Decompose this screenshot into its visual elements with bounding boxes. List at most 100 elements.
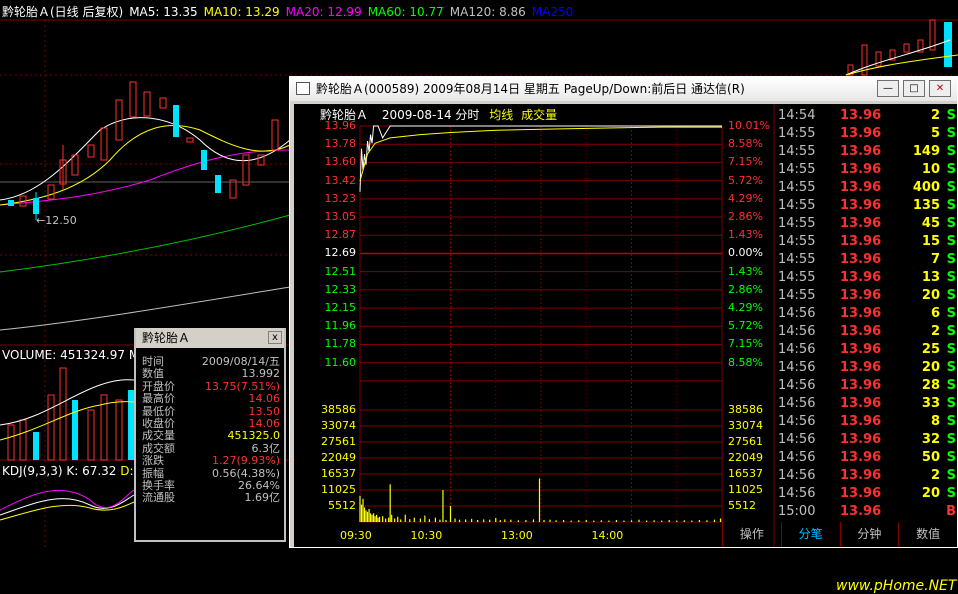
info-row-value: 1.69亿 xyxy=(244,491,281,505)
price-tick-label: 11.78 xyxy=(324,337,357,351)
tick-row[interactable]: 14:56 13.96 33 S xyxy=(774,395,958,413)
percent-tick-label: 8.58% xyxy=(728,137,763,151)
tick-volume: 2 xyxy=(930,108,940,123)
info-panel-titlebar[interactable]: 黔轮胎Ａ x xyxy=(136,328,284,348)
tick-price: 13.96 xyxy=(840,504,882,519)
price-tick-label: 13.42 xyxy=(324,173,357,187)
tick-time: 14:55 xyxy=(778,180,816,195)
tick-list[interactable]: 14:54 13.96 2 S 14:55 13.96 5 S 14:55 13.96 149 S 14… xyxy=(774,107,958,522)
volume-tick-label-right: 22049 xyxy=(728,451,763,464)
avg-line-label: 均线 xyxy=(489,108,514,122)
tick-row[interactable]: 14:55 13.96 13 S xyxy=(774,269,958,287)
percent-tick-label: 4.29% xyxy=(728,301,763,315)
tick-volume: 2 xyxy=(930,468,940,483)
tick-row[interactable]: 14:56 13.96 28 S xyxy=(774,377,958,395)
info-row-label: 数值 xyxy=(142,367,164,381)
tick-row[interactable]: 14:55 13.96 400 S xyxy=(774,179,958,197)
tick-row[interactable]: 14:55 13.96 149 S xyxy=(774,143,958,161)
volume-tick-label: 22049 xyxy=(321,451,356,464)
tick-price: 13.96 xyxy=(840,270,882,285)
tick-price: 13.96 xyxy=(840,180,882,195)
info-row: 数值 13.992 xyxy=(136,367,284,381)
tick-time: 14:56 xyxy=(778,306,816,321)
tick-volume: 13 xyxy=(921,270,940,285)
volume-tick-label-right: 16537 xyxy=(728,467,763,480)
tick-time: 14:56 xyxy=(778,396,816,411)
tick-time: 14:55 xyxy=(778,126,816,141)
percent-tick-label: 4.29% xyxy=(728,191,763,205)
tick-time: 14:55 xyxy=(778,234,816,249)
price-tick-label: 13.60 xyxy=(324,155,357,169)
percent-tick-label: 10.01% xyxy=(728,119,770,132)
tick-side: S xyxy=(946,378,956,393)
tick-row[interactable]: 14:55 13.96 135 S xyxy=(774,197,958,215)
volume-tick-label: 5512 xyxy=(328,499,356,512)
tick-time: 14:56 xyxy=(778,414,816,429)
tab-0[interactable]: 操作 xyxy=(722,522,781,547)
tick-volume: 45 xyxy=(921,216,940,231)
tab-2[interactable]: 分钟 xyxy=(839,522,899,547)
tick-row[interactable]: 14:55 13.96 10 S xyxy=(774,161,958,179)
tick-side: B xyxy=(946,504,956,519)
tick-time: 14:55 xyxy=(778,198,816,213)
tick-volume: 135 xyxy=(912,198,940,213)
tick-price: 13.96 xyxy=(840,288,882,303)
tick-side: S xyxy=(946,252,956,267)
tick-row[interactable]: 14:56 13.96 20 S xyxy=(774,359,958,377)
tick-row[interactable]: 14:55 13.96 7 S xyxy=(774,251,958,269)
tick-price: 13.96 xyxy=(840,360,882,375)
tick-row[interactable]: 14:55 13.96 15 S xyxy=(774,233,958,251)
tick-price: 13.96 xyxy=(840,198,882,213)
tick-time: 14:56 xyxy=(778,450,816,465)
low-price-marker: ←12.50 xyxy=(36,214,77,227)
tick-row[interactable]: 14:56 13.96 8 S xyxy=(774,413,958,431)
tick-row[interactable]: 14:56 13.96 6 S xyxy=(774,305,958,323)
tick-row[interactable]: 14:56 13.96 25 S xyxy=(774,341,958,359)
tick-row[interactable]: 14:54 13.96 2 S xyxy=(774,107,958,125)
tick-side: S xyxy=(946,486,956,501)
price-tick-label: 13.23 xyxy=(324,191,357,205)
legend-item: MA120: 8.86 xyxy=(449,5,526,19)
info-panel-close-button[interactable]: x xyxy=(268,331,282,344)
tick-time: 15:00 xyxy=(778,504,816,519)
window-titlebar[interactable]: 黔轮胎Ａ(000589) 2009年08月14日 星期五 PageUp/Down… xyxy=(290,77,957,101)
tick-side: S xyxy=(946,432,956,447)
info-row-label: 涨跌 xyxy=(142,454,164,468)
tick-row[interactable]: 14:56 13.96 2 S xyxy=(774,467,958,485)
price-tick-label: 13.05 xyxy=(324,210,357,224)
tick-row[interactable]: 15:00 13.96 B xyxy=(774,503,958,521)
tick-price: 13.96 xyxy=(840,324,882,339)
close-button[interactable]: ✕ xyxy=(929,80,951,97)
tab-3[interactable]: 数值 xyxy=(898,522,957,547)
tick-row[interactable]: 14:55 13.96 20 S xyxy=(774,287,958,305)
price-tick-label: 12.15 xyxy=(324,301,357,315)
tab-1[interactable]: 分笔 xyxy=(780,522,840,547)
price-tick-label: 13.78 xyxy=(324,137,357,151)
percent-tick-label: 2.86% xyxy=(728,210,763,224)
tick-volume: 2 xyxy=(930,324,940,339)
legend-item: 黔轮胎Ａ(日线 后复权) xyxy=(2,5,124,19)
tick-side: S xyxy=(946,198,956,213)
tick-row[interactable]: 14:56 13.96 20 S xyxy=(774,485,958,503)
tick-row[interactable]: 14:55 13.96 5 S xyxy=(774,125,958,143)
tick-price: 13.96 xyxy=(840,306,882,321)
tick-row[interactable]: 14:56 13.96 32 S xyxy=(774,431,958,449)
tick-row[interactable]: 14:56 13.96 50 S xyxy=(774,449,958,467)
tick-price: 13.96 xyxy=(840,216,882,231)
tick-tab-bar: 操作 分笔 分钟 数值 xyxy=(722,522,957,547)
tick-row[interactable]: 14:55 13.96 45 S xyxy=(774,215,958,233)
volume-tick-label: 38586 xyxy=(321,403,356,416)
tick-price: 13.96 xyxy=(840,396,882,411)
percent-tick-label: 1.43% xyxy=(728,228,763,242)
tick-price: 13.96 xyxy=(840,162,882,177)
time-tick-label: 13:00 xyxy=(501,529,533,542)
tick-price: 13.96 xyxy=(840,450,882,465)
volume-tick-label-right: 33074 xyxy=(728,419,763,432)
minimize-button[interactable]: — xyxy=(877,80,899,97)
maximize-button[interactable]: □ xyxy=(903,80,925,97)
tick-row[interactable]: 14:56 13.96 2 S xyxy=(774,323,958,341)
tick-time: 14:56 xyxy=(778,342,816,357)
tick-volume: 33 xyxy=(921,396,940,411)
tick-time: 14:55 xyxy=(778,288,816,303)
volume-tick-label-right: 5512 xyxy=(728,499,756,512)
